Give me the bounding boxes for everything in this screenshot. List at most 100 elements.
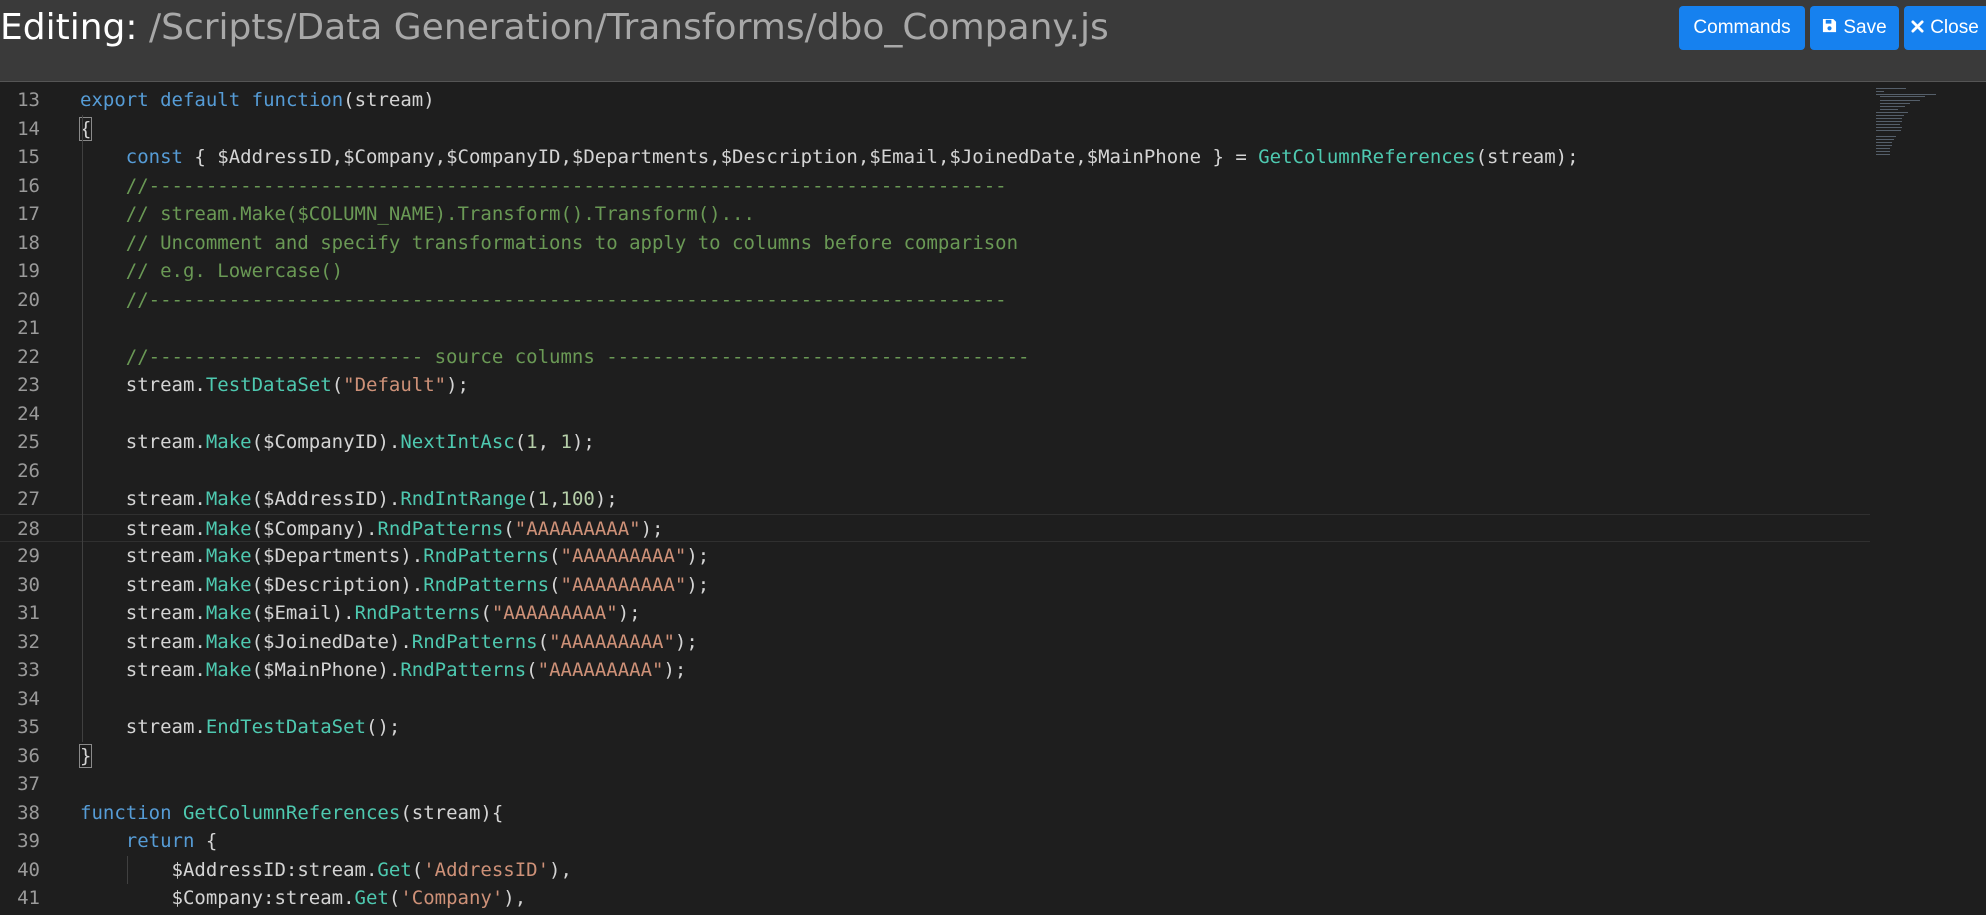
code-line[interactable]: 20 //-----------------------------------… [0,286,1870,315]
code-content: return { [80,827,218,856]
comment-token: // Uncomment and specify transformations… [125,231,1019,254]
code-text: , [549,488,561,510]
code-content: $AddressID:stream.Get('AddressID'), [80,856,572,885]
code-line[interactable]: 23 stream.TestDataSet("Default"); [0,371,1870,400]
code-line[interactable]: 13 export default function(stream) [0,86,1870,115]
code-text: ), [549,858,572,881]
code-text: ( [480,602,492,624]
code-text: { $AddressID,$Company,$CompanyID,$Depart… [182,146,1259,168]
code-line[interactable]: 32 stream.Make($JoinedDate).RndPatterns(… [0,628,1870,657]
code-text: , [537,431,561,453]
minimap-stroke [1876,139,1894,140]
code-line[interactable]: 14{ [0,115,1870,144]
line-number: 21 [17,317,40,339]
minimap-stroke [1876,91,1884,92]
keyword-token: return [125,830,195,852]
code-text: ($MainPhone). [251,659,401,681]
code-line[interactable]: 40 $AddressID:stream.Get('AddressID'), [0,856,1870,885]
function-token: Make [205,602,252,624]
code-line[interactable]: 19 // e.g. Lowercase() [0,257,1870,286]
floppy-disk-icon [1822,6,1837,50]
minimap-stroke [1876,112,1908,113]
line-number: 18 [17,231,40,254]
code-line[interactable]: 18 // Uncomment and specify transformati… [0,229,1870,258]
code-content: //--------------------------------------… [80,286,1007,315]
code-minimap[interactable] [1874,84,1954,184]
code-line[interactable]: 28 stream.Make($Company).RndPatterns("AA… [0,513,1870,544]
minimap-stroke [1876,115,1904,116]
code-content: //--------------------------------------… [80,172,1007,201]
minimap-stroke [1876,121,1902,122]
string-token: "AAAAAAAAA" [560,573,687,596]
code-text: ($CompanyID). [251,431,401,453]
close-button[interactable]: Close [1904,6,1986,50]
code-line[interactable]: 39 return { [0,827,1870,856]
string-token: "AAAAAAAAA" [560,545,687,567]
save-button[interactable]: Save [1810,6,1899,50]
code-text: ( [549,545,561,567]
code-line[interactable]: 15 const { $AddressID,$Company,$CompanyI… [0,143,1870,172]
code-content: stream.EndTestDataSet(); [80,713,401,742]
line-number: 35 [17,716,40,738]
code-text: ); [686,545,710,567]
code-line[interactable]: 36} [0,742,1870,771]
code-content: // Uncomment and specify transformations… [80,229,1018,258]
line-number: 37 [17,773,40,795]
number-token: 1 [526,431,538,453]
function-token: TestDataSet [205,374,332,396]
code-text: stream. [80,716,206,738]
minimap-stroke [1876,130,1901,131]
code-line[interactable]: 31 stream.Make($Email).RndPatterns("AAAA… [0,599,1870,628]
number-token: 1 [537,488,550,510]
code-text: ); [640,517,664,540]
code-line[interactable]: 38 function GetColumnReferences(stream){ [0,799,1870,828]
code-text: ), [503,887,527,909]
code-text: $Company:stream. [80,887,355,909]
code-line[interactable]: 34 [0,685,1870,714]
brace-token: } [78,743,93,768]
code-text: ); [594,488,618,510]
code-line[interactable]: 33 stream.Make($MainPhone).RndPatterns("… [0,656,1870,685]
code-line[interactable]: 16 //-----------------------------------… [0,172,1870,201]
code-text: ( [388,887,401,909]
keyword-token: const [125,146,183,168]
string-token: 'AddressID' [423,858,550,881]
code-line[interactable]: 35 stream.EndTestDataSet(); [0,713,1870,742]
code-text: { [194,830,218,852]
line-number: 30 [17,573,40,596]
comment-token: //--------------------------------------… [125,174,1007,197]
code-text: ); [674,630,698,653]
code-line[interactable]: 25 stream.Make($CompanyID).NextIntAsc(1,… [0,428,1870,457]
function-token: GetColumnReferences [1258,146,1476,168]
code-line[interactable]: 41 $Company:stream.Get('Company'), [0,884,1870,913]
code-line[interactable]: 27 stream.Make($AddressID).RndIntRange(1… [0,485,1870,514]
code-line[interactable]: 22 //------------------------ source col… [0,343,1870,372]
code-line[interactable]: 21 [0,314,1870,343]
code-content: stream.Make($MainPhone).RndPatterns("AAA… [80,656,687,685]
code-content: // stream.Make($COLUMN_NAME).Transform()… [80,200,755,229]
code-text: ( [514,431,527,453]
minimap-stroke [1880,106,1905,107]
comment-token: // stream.Make($COLUMN_NAME).Transform()… [125,203,755,225]
code-text: $AddressID:stream. [80,858,378,881]
code-text: stream. [80,545,206,567]
code-line[interactable]: 29 stream.Make($Departments).RndPatterns… [0,542,1870,571]
code-line[interactable]: 26 [0,457,1870,486]
code-line[interactable]: 24 [0,400,1870,429]
code-content: stream.Make($Company).RndPatterns("AAAAA… [80,515,664,544]
code-text: ); [686,573,710,596]
code-line[interactable]: 30 stream.Make($Description).RndPatterns… [0,571,1870,600]
code-editor[interactable]: 13 export default function(stream) 14{15 c… [0,82,1986,915]
code-text: stream. [80,602,206,624]
code-line[interactable]: 17 // stream.Make($COLUMN_NAME).Transfor… [0,200,1870,229]
line-number: 40 [17,858,40,881]
commands-button[interactable]: Commands [1679,6,1805,50]
code-text: stream. [80,488,206,510]
code-line[interactable]: 37 [0,770,1870,799]
